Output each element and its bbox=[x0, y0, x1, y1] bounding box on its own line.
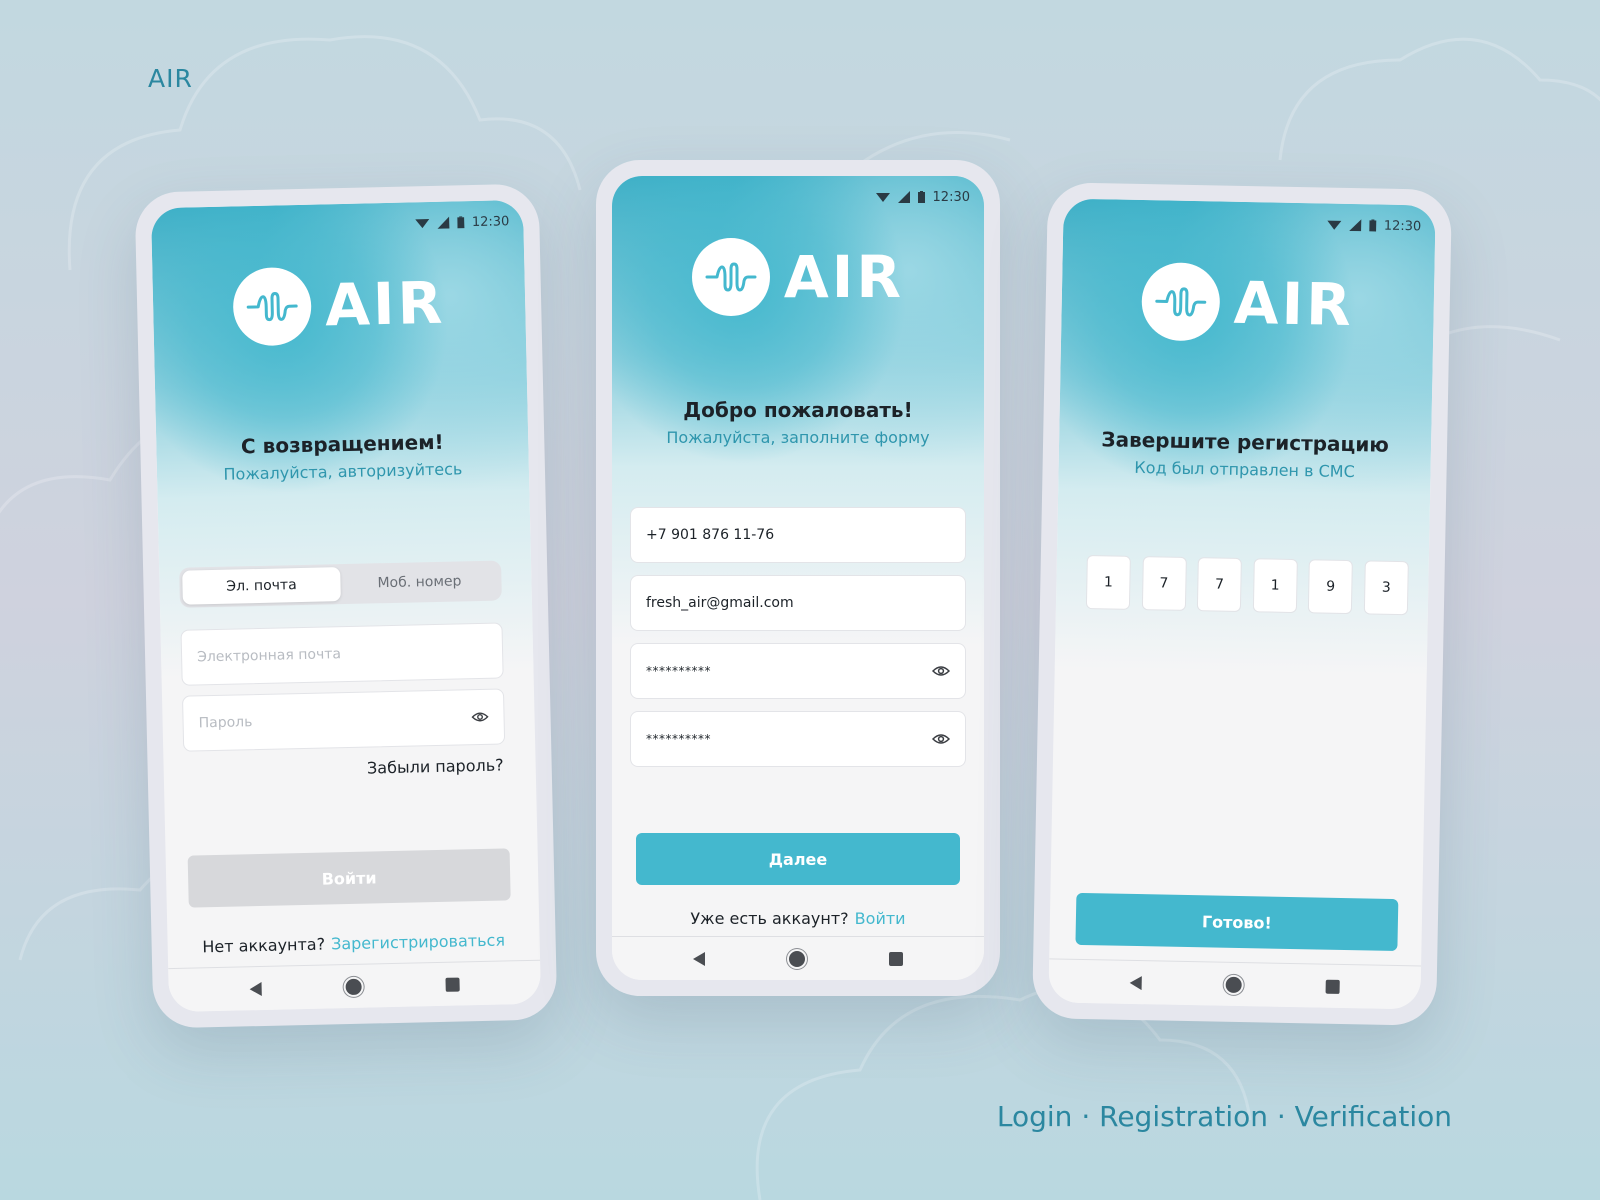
status-bar: 12:30 bbox=[875, 188, 970, 206]
code-digit[interactable]: 7 bbox=[1141, 556, 1187, 611]
register-link[interactable]: Зарегистрироваться bbox=[331, 930, 505, 953]
battery-icon bbox=[1368, 219, 1376, 232]
password-confirm-field[interactable]: ********** bbox=[630, 711, 966, 767]
email-value: fresh_air@gmail.com bbox=[646, 595, 794, 611]
code-digit[interactable]: 1 bbox=[1085, 555, 1131, 610]
nav-back-icon[interactable] bbox=[693, 951, 705, 966]
logo-wordmark: AIR bbox=[324, 268, 446, 340]
wifi-icon bbox=[875, 192, 890, 202]
login-prompt: Уже есть аккаунт? Войти bbox=[612, 909, 984, 928]
next-button[interactable]: Далее bbox=[636, 833, 960, 885]
forgot-password-link[interactable]: Забыли пароль? bbox=[367, 755, 504, 777]
verification-screen: 12:30 AIR Завершите регистрацию Код был … bbox=[1048, 198, 1436, 1010]
code-digit[interactable]: 9 bbox=[1308, 559, 1354, 615]
done-button[interactable]: Готово! bbox=[1075, 892, 1399, 952]
password-confirm-value: ********** bbox=[646, 732, 711, 746]
password-input[interactable] bbox=[198, 709, 472, 732]
signal-icon bbox=[1348, 219, 1361, 232]
login-prompt-text: Уже есть аккаунт? bbox=[690, 909, 849, 928]
nav-home-icon[interactable] bbox=[789, 950, 805, 967]
phone-verification: 12:30 AIR Завершите регистрацию Код был … bbox=[1032, 182, 1452, 1026]
password-field[interactable] bbox=[181, 688, 506, 752]
android-nav-bar bbox=[1048, 958, 1422, 1010]
phone-value: +7 901 876 11-76 bbox=[646, 527, 775, 543]
login-link[interactable]: Войти bbox=[855, 909, 906, 928]
phone-login: 12:30 AIR С возвращением! Пожалуйста, ав… bbox=[134, 183, 558, 1029]
register-prompt: Нет аккаунта? Зарегистрироваться bbox=[167, 930, 539, 957]
wifi-icon bbox=[414, 218, 429, 228]
login-screen: 12:30 AIR С возвращением! Пожалуйста, ав… bbox=[150, 199, 542, 1013]
app-logo: AIR bbox=[152, 262, 526, 348]
eye-icon[interactable] bbox=[471, 711, 489, 723]
nav-back-icon[interactable] bbox=[249, 981, 262, 996]
registration-subtitle: Пожалуйста, заполните форму bbox=[666, 428, 930, 447]
login-button[interactable]: Войти bbox=[187, 848, 511, 908]
email-input[interactable] bbox=[196, 642, 488, 666]
status-bar: 12:30 bbox=[414, 212, 510, 232]
email-field[interactable]: fresh_air@gmail.com bbox=[630, 575, 966, 631]
email-field[interactable] bbox=[180, 622, 504, 686]
nav-home-icon[interactable] bbox=[1225, 976, 1242, 993]
login-method-switch: Эл. почта Моб. номер bbox=[179, 560, 502, 608]
app-logo: AIR bbox=[1061, 260, 1434, 345]
code-digit[interactable]: 7 bbox=[1197, 557, 1243, 612]
phone-field[interactable]: +7 901 876 11-76 bbox=[630, 507, 966, 563]
registration-screen: 12:30 AIR Добро пожаловать! Пожалуйста, … bbox=[612, 176, 984, 980]
logo-wave-icon bbox=[691, 238, 770, 316]
sms-code-inputs: 1 7 7 1 9 3 bbox=[1085, 555, 1409, 616]
tab-email[interactable]: Эл. почта bbox=[182, 567, 341, 605]
nav-recent-icon[interactable] bbox=[889, 951, 903, 966]
nav-recent-icon[interactable] bbox=[445, 977, 460, 992]
battery-icon bbox=[456, 216, 464, 229]
nav-back-icon[interactable] bbox=[1129, 975, 1142, 990]
status-time: 12:30 bbox=[1383, 218, 1422, 234]
logo-wave-icon bbox=[1140, 262, 1221, 342]
status-time: 12:30 bbox=[471, 213, 510, 230]
showcase-caption: Login · Registration · Verification bbox=[996, 1100, 1452, 1133]
password-value: ********** bbox=[646, 664, 711, 678]
signal-icon bbox=[897, 191, 910, 203]
nav-recent-icon[interactable] bbox=[1325, 979, 1340, 994]
android-nav-bar bbox=[612, 936, 984, 980]
brand-title: AIR bbox=[148, 64, 193, 93]
phone-registration: 12:30 AIR Добро пожаловать! Пожалуйста, … bbox=[596, 160, 1000, 996]
password-field[interactable]: ********** bbox=[630, 643, 966, 699]
registration-title: Добро пожаловать! bbox=[683, 398, 913, 422]
register-prompt-text: Нет аккаунта? bbox=[202, 934, 326, 957]
status-bar: 12:30 bbox=[1326, 216, 1422, 236]
eye-icon[interactable] bbox=[932, 733, 950, 745]
battery-icon bbox=[917, 191, 925, 203]
android-nav-bar bbox=[168, 959, 542, 1013]
wifi-icon bbox=[1326, 220, 1341, 230]
code-digit[interactable]: 1 bbox=[1252, 558, 1298, 614]
app-logo: AIR bbox=[612, 238, 984, 316]
eye-icon[interactable] bbox=[932, 665, 950, 677]
nav-home-icon[interactable] bbox=[345, 978, 362, 995]
tab-phone[interactable]: Моб. номер bbox=[340, 564, 499, 602]
status-time: 12:30 bbox=[932, 189, 970, 205]
code-digit[interactable]: 3 bbox=[1363, 560, 1409, 616]
signal-icon bbox=[436, 216, 449, 229]
logo-wordmark: AIR bbox=[1233, 268, 1355, 340]
logo-wordmark: AIR bbox=[783, 243, 905, 311]
logo-wave-icon bbox=[232, 266, 312, 347]
